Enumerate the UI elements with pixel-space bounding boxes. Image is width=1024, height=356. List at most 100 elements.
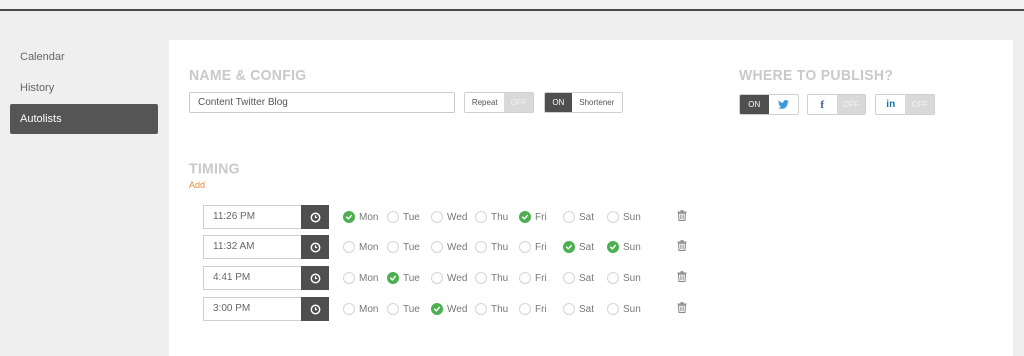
day-option-fri[interactable]: Fri xyxy=(519,272,557,284)
sidebar-item-calendar[interactable]: Calendar xyxy=(10,42,158,72)
day-option-tue[interactable]: Tue xyxy=(387,303,425,315)
day-label: Tue xyxy=(403,241,420,253)
day-label: Wed xyxy=(447,241,468,253)
day-unchecked-icon xyxy=(607,211,619,223)
day-unchecked-icon xyxy=(387,211,399,223)
day-label: Wed xyxy=(447,211,468,223)
day-label: Tue xyxy=(403,303,420,315)
twitter-toggle[interactable]: ON xyxy=(739,94,799,115)
trash-icon[interactable] xyxy=(677,238,687,256)
day-option-thu[interactable]: Thu xyxy=(475,211,513,223)
repeat-toggle[interactable]: Repeat OFF xyxy=(464,92,534,113)
sidebar: Calendar History Autolists xyxy=(10,42,158,135)
day-unchecked-icon xyxy=(475,303,487,315)
day-label: Wed xyxy=(447,272,468,284)
day-option-sun[interactable]: Sun xyxy=(607,241,645,253)
sidebar-item-history[interactable]: History xyxy=(10,73,158,103)
day-label: Mon xyxy=(359,211,379,223)
day-option-fri[interactable]: Fri xyxy=(519,211,557,223)
day-option-fri[interactable]: Fri xyxy=(519,241,557,253)
day-unchecked-icon xyxy=(607,272,619,284)
facebook-icon: f xyxy=(808,95,837,114)
day-option-tue[interactable]: Tue xyxy=(387,241,425,253)
day-label: Sat xyxy=(579,272,595,284)
time-input[interactable]: 4:41 PM xyxy=(203,266,301,290)
day-label: Tue xyxy=(403,211,420,223)
day-option-sun[interactable]: Sun xyxy=(607,272,645,284)
day-label: Sat xyxy=(579,303,595,315)
time-input[interactable]: 3:00 PM xyxy=(203,297,301,321)
day-checked-icon xyxy=(607,241,619,253)
day-option-mon[interactable]: Mon xyxy=(343,272,381,284)
day-option-wed[interactable]: Wed xyxy=(431,211,469,223)
trash-icon[interactable] xyxy=(677,208,687,226)
clock-icon[interactable] xyxy=(301,205,329,229)
top-bar xyxy=(0,0,1024,11)
day-option-sun[interactable]: Sun xyxy=(607,211,645,223)
autolist-name-input[interactable]: Content Twitter Blog xyxy=(189,92,455,113)
day-checked-icon xyxy=(519,211,531,223)
timing-heading: TIMING xyxy=(189,159,240,177)
time-input[interactable]: 11:32 AM xyxy=(203,235,301,259)
day-unchecked-icon xyxy=(431,211,443,223)
timing-row: 11:26 PM Mon Tue Wed Thu Fri Sat Sun xyxy=(203,205,687,229)
day-option-thu[interactable]: Thu xyxy=(475,303,513,315)
day-option-sun[interactable]: Sun xyxy=(607,303,645,315)
add-time-link[interactable]: Add xyxy=(189,180,205,190)
day-unchecked-icon xyxy=(519,241,531,253)
day-unchecked-icon xyxy=(563,272,575,284)
day-unchecked-icon xyxy=(475,211,487,223)
day-option-tue[interactable]: Tue xyxy=(387,272,425,284)
autolist-editor-panel: NAME & CONFIG Content Twitter Blog Repea… xyxy=(169,40,1013,356)
linkedin-state: OFF xyxy=(905,95,934,114)
day-selector: Mon Tue Wed Thu Fri Sat Sun xyxy=(343,272,651,284)
day-checked-icon xyxy=(431,303,443,315)
day-selector: Mon Tue Wed Thu Fri Sat Sun xyxy=(343,303,651,315)
facebook-toggle[interactable]: f OFF xyxy=(807,94,866,115)
trash-icon[interactable] xyxy=(677,300,687,318)
day-label: Sun xyxy=(623,303,641,315)
clock-icon[interactable] xyxy=(301,235,329,259)
day-unchecked-icon xyxy=(519,272,531,284)
sidebar-item-autolists[interactable]: Autolists xyxy=(10,104,158,134)
day-option-thu[interactable]: Thu xyxy=(475,272,513,284)
day-option-wed[interactable]: Wed xyxy=(431,241,469,253)
day-option-tue[interactable]: Tue xyxy=(387,211,425,223)
linkedin-toggle[interactable]: in OFF xyxy=(875,94,935,115)
day-selector: Mon Tue Wed Thu Fri Sat Sun xyxy=(343,241,651,253)
day-option-sat[interactable]: Sat xyxy=(563,241,601,253)
day-label: Sun xyxy=(623,272,641,284)
day-unchecked-icon xyxy=(343,303,355,315)
shortener-toggle[interactable]: ON Shortener xyxy=(544,92,623,113)
day-label: Mon xyxy=(359,241,379,253)
day-label: Mon xyxy=(359,272,379,284)
day-option-sat[interactable]: Sat xyxy=(563,303,601,315)
day-unchecked-icon xyxy=(563,211,575,223)
timing-row: 4:41 PM Mon Tue Wed Thu Fri Sat Sun xyxy=(203,266,687,290)
shortener-label: Shortener xyxy=(571,93,622,112)
day-unchecked-icon xyxy=(431,272,443,284)
day-option-sat[interactable]: Sat xyxy=(563,272,601,284)
day-option-sat[interactable]: Sat xyxy=(563,211,601,223)
twitter-icon xyxy=(768,95,798,114)
day-checked-icon xyxy=(563,241,575,253)
day-unchecked-icon xyxy=(475,241,487,253)
day-unchecked-icon xyxy=(519,303,531,315)
day-checked-icon xyxy=(343,211,355,223)
day-option-mon[interactable]: Mon xyxy=(343,303,381,315)
day-label: Thu xyxy=(491,272,509,284)
day-unchecked-icon xyxy=(343,272,355,284)
day-option-fri[interactable]: Fri xyxy=(519,303,557,315)
day-option-mon[interactable]: Mon xyxy=(343,241,381,253)
shortener-state: ON xyxy=(545,93,572,112)
clock-icon[interactable] xyxy=(301,266,329,290)
time-input[interactable]: 11:26 PM xyxy=(203,205,301,229)
day-label: Thu xyxy=(491,211,509,223)
day-option-thu[interactable]: Thu xyxy=(475,241,513,253)
day-option-mon[interactable]: Mon xyxy=(343,211,381,223)
day-option-wed[interactable]: Wed xyxy=(431,272,469,284)
day-option-wed[interactable]: Wed xyxy=(431,303,469,315)
trash-icon[interactable] xyxy=(677,269,687,287)
clock-icon[interactable] xyxy=(301,297,329,321)
day-checked-icon xyxy=(387,272,399,284)
